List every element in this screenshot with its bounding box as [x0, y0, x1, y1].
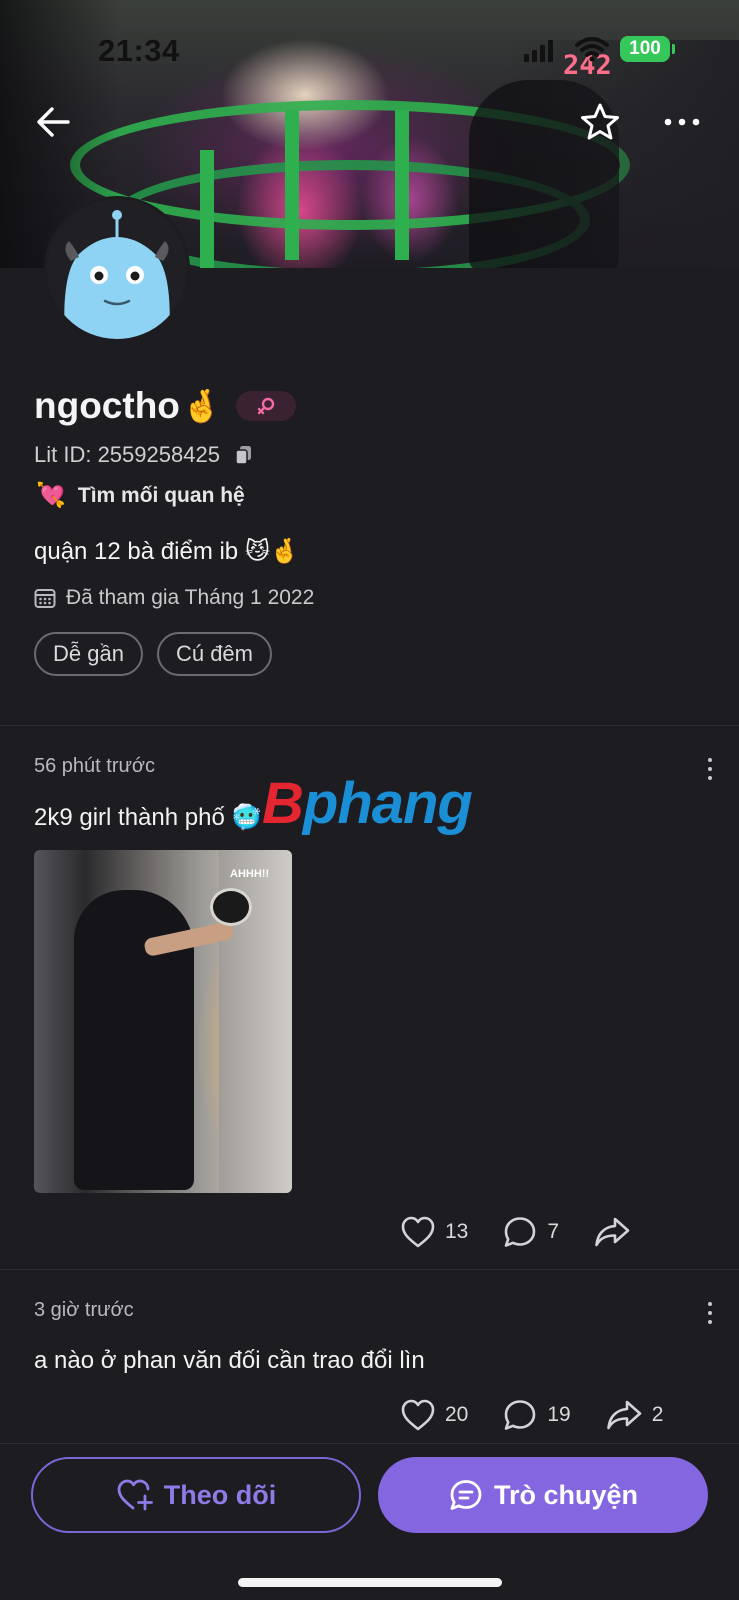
post-actions: 20 19 2: [400, 1398, 697, 1432]
profile-name-row: ngoctho 🤞: [34, 385, 296, 427]
more-options-button[interactable]: [660, 100, 704, 144]
heart-icon: [401, 1216, 435, 1248]
status-bar: 21:34 100: [0, 0, 739, 100]
cover-post: [395, 110, 409, 260]
like-button[interactable]: 13: [400, 1215, 468, 1249]
relationship-status: 💘 Tìm mối quan hệ: [36, 481, 245, 510]
interest-tags: Dễ gần Cú đêm: [34, 632, 272, 676]
joined-date-row: Đã tham gia Tháng 1 2022: [34, 586, 314, 610]
like-count: 13: [445, 1220, 469, 1243]
share-button[interactable]: [593, 1215, 631, 1249]
battery-tip: [672, 44, 675, 54]
arrow-left-icon: [37, 107, 70, 137]
heart-plus-icon: [117, 1479, 153, 1511]
more-horizontal-icon: [664, 118, 700, 126]
post-menu-button[interactable]: [700, 1300, 720, 1328]
post-image[interactable]: AHHH!!: [34, 850, 292, 1193]
cover-post: [200, 150, 214, 268]
share-button[interactable]: 2: [605, 1398, 664, 1432]
comment-count: 7: [547, 1220, 560, 1243]
back-button[interactable]: [32, 100, 76, 144]
share-icon: [595, 1217, 630, 1247]
copy-icon[interactable]: [234, 444, 254, 466]
share-count: 2: [651, 1403, 664, 1426]
username-emoji: 🤞: [181, 388, 222, 424]
wifi-icon: [575, 37, 609, 62]
lit-id-row: Lit ID: 2559258425: [34, 442, 254, 468]
chat-label: Trò chuyện: [493, 1479, 639, 1510]
battery-indicator: 100: [620, 36, 670, 62]
avatar-illustration: [47, 199, 187, 339]
section-divider: [0, 725, 739, 726]
follow-button[interactable]: Theo dõi: [31, 1457, 361, 1533]
chat-button[interactable]: Trò chuyện: [378, 1457, 708, 1533]
section-divider: [0, 1269, 739, 1270]
cellular-signal-icon: [524, 40, 554, 62]
like-button[interactable]: 20: [400, 1398, 468, 1432]
home-indicator[interactable]: [238, 1578, 502, 1587]
comment-count: 19: [547, 1403, 571, 1426]
female-symbol-icon: [257, 397, 274, 415]
tag-chip[interactable]: Cú đêm: [156, 632, 272, 676]
post-timestamp: 56 phút trước: [34, 755, 156, 777]
heart-icon: [401, 1399, 435, 1431]
heart-arrow-icon: 💘: [36, 482, 66, 509]
favorite-button[interactable]: [578, 100, 622, 144]
tag-chip[interactable]: Dễ gần: [34, 632, 143, 676]
follow-label: Theo dõi: [163, 1479, 277, 1510]
like-count: 20: [445, 1403, 469, 1426]
calendar-icon: [34, 589, 56, 608]
lit-id: Lit ID: 2559258425: [34, 442, 220, 467]
relationship-label: Tìm mối quan hệ: [77, 483, 245, 507]
username: ngoctho: [34, 385, 180, 426]
cover-post: [285, 110, 299, 260]
post-text: a nào ở phan văn đối cần trao đổi lìn: [34, 1347, 425, 1374]
bio: quận 12 bà điểm ib 😼🤞: [34, 538, 300, 565]
post-actions: 13 7: [400, 1215, 665, 1249]
avatar[interactable]: [44, 196, 190, 342]
joined-date: Đã tham gia Tháng 1 2022: [66, 586, 315, 609]
comment-button[interactable]: 19: [502, 1398, 571, 1432]
comment-icon: [505, 1217, 536, 1247]
watermark-logo: Bphang: [262, 771, 473, 836]
chat-bubble-icon: [450, 1480, 482, 1510]
post-menu-button[interactable]: [700, 756, 720, 784]
star-outline-icon: [581, 103, 619, 140]
cat-sticker: [210, 888, 252, 926]
post-text: 2k9 girl thành phố 🥶: [34, 804, 262, 831]
status-time: 21:34: [98, 33, 180, 68]
comment-icon: [505, 1400, 536, 1430]
comment-button[interactable]: 7: [502, 1215, 559, 1249]
share-icon: [606, 1400, 642, 1430]
cat-sticker-caption: AHHH!!: [230, 868, 270, 880]
post-timestamp: 3 giờ trước: [34, 1299, 134, 1321]
gender-badge: [235, 391, 296, 421]
